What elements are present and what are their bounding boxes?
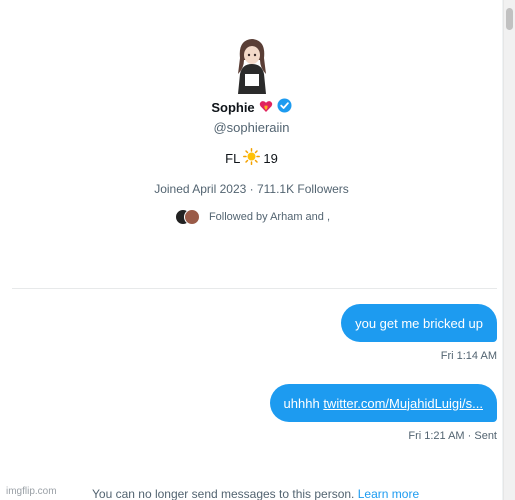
heart-fire-emoji-icon xyxy=(259,99,273,116)
divider xyxy=(12,288,497,289)
followed-by[interactable]: Followed by Arham and , xyxy=(0,208,503,226)
profile-bio: FL 19 xyxy=(0,148,503,168)
avatar[interactable] xyxy=(222,34,282,94)
follower-avatar xyxy=(183,209,200,225)
notice-text: You can no longer send messages to this … xyxy=(92,487,355,500)
profile-meta: Joined April 2023 · 711.1K Followers xyxy=(154,182,349,196)
message-timestamp: Fri 1:14 AM xyxy=(440,350,497,362)
watermark: imgflip.com xyxy=(6,486,57,497)
message-sent: you get me bricked up Fri 1:14 AM xyxy=(341,304,497,362)
followed-by-text: Followed by Arham and , xyxy=(208,211,331,223)
message-bubble[interactable]: you get me bricked up xyxy=(341,304,497,342)
dm-conversation-view: Sophie @sophieraiin FL 19 Joined April 2… xyxy=(0,0,515,500)
follower-avatars xyxy=(173,208,200,226)
scrollbar[interactable] xyxy=(503,0,515,500)
message-bubble[interactable]: uhhhh twitter.com/MujahidLuigi/s... xyxy=(269,384,497,422)
message-timestamp: Fri 1:21 AM · Sent xyxy=(408,430,497,442)
scrollbar-thumb[interactable] xyxy=(506,8,513,30)
learn-more-link[interactable]: Learn more xyxy=(358,487,419,500)
bio-prefix: FL xyxy=(225,150,241,166)
profile-name[interactable]: Sophie xyxy=(211,100,254,115)
bio-suffix: 19 xyxy=(263,150,278,166)
message-text: you get me bricked up xyxy=(355,315,483,331)
profile-header: Sophie @sophieraiin FL 19 Joined April 2… xyxy=(0,34,503,226)
message-sent: uhhhh twitter.com/MujahidLuigi/s... Fri … xyxy=(269,384,497,442)
message-text: uhhhh xyxy=(283,395,324,411)
message-link[interactable]: twitter.com/MujahidLuigi/s... xyxy=(323,396,483,411)
sun-emoji-icon xyxy=(243,148,261,168)
cannot-message-notice: You can no longer send messages to this … xyxy=(92,487,419,500)
profile-handle: @sophieraiin xyxy=(213,120,290,135)
verified-badge-icon xyxy=(277,98,292,116)
